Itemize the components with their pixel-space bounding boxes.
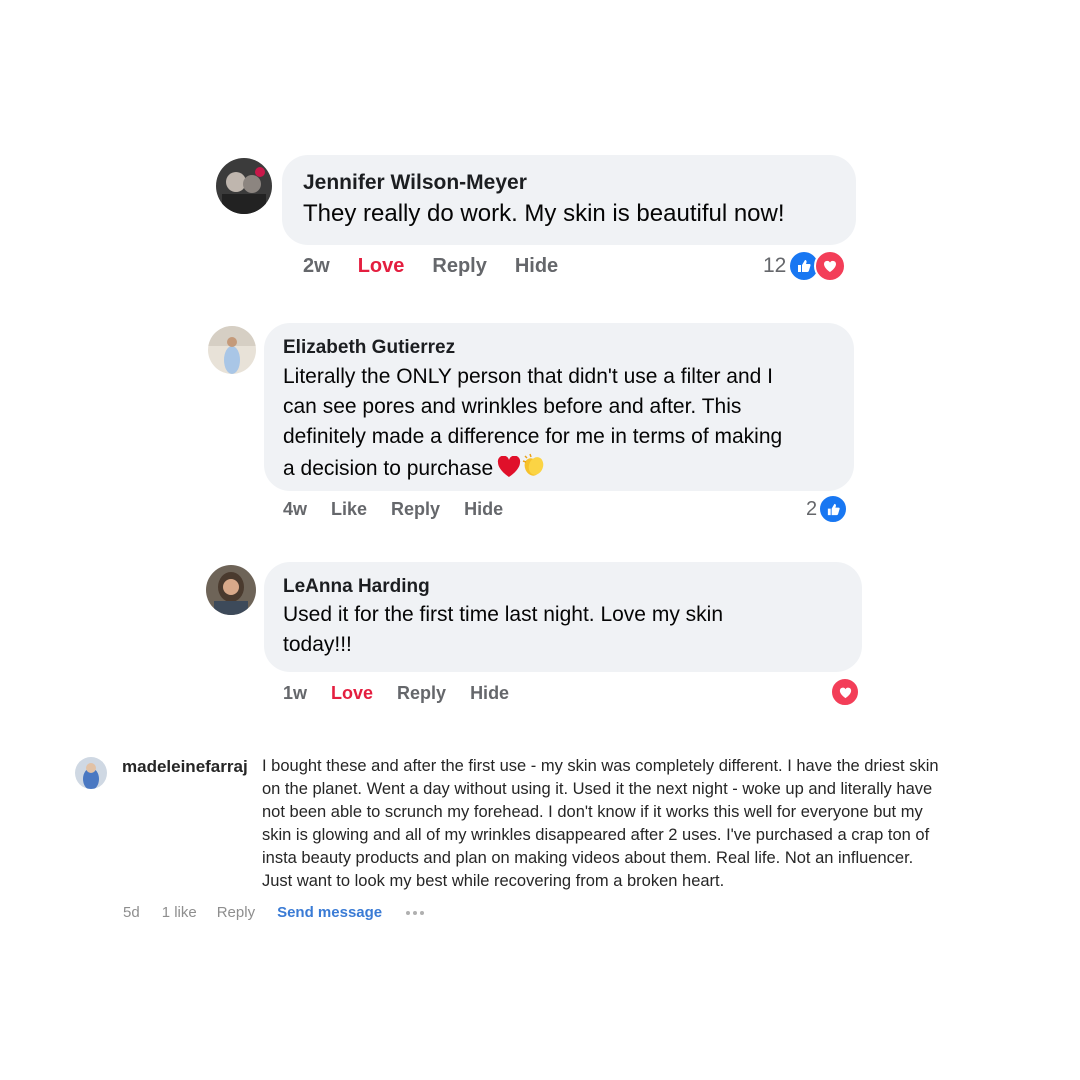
avatar-leanna[interactable] bbox=[206, 565, 256, 615]
reaction-summary[interactable]: 2 bbox=[806, 494, 849, 524]
reaction-count: 2 bbox=[806, 497, 818, 520]
reaction-summary[interactable]: 12 bbox=[763, 250, 847, 282]
comment-actions: 1w Love Reply Hide bbox=[283, 682, 509, 704]
comment-text-line: They really do work. My skin is beautifu… bbox=[303, 200, 785, 227]
comment-text-line: today!!! bbox=[283, 633, 352, 656]
ig-comment-text: I bought these and after the first use -… bbox=[262, 755, 939, 893]
like-icon bbox=[818, 494, 849, 524]
comment-text: Used it for the first time last night. L… bbox=[283, 600, 723, 660]
comment-author[interactable]: Elizabeth Gutierrez bbox=[283, 337, 455, 359]
like-button[interactable]: Like bbox=[331, 498, 367, 520]
reply-button[interactable]: Reply bbox=[391, 498, 440, 520]
comment-actions: 2w Love Reply Hide bbox=[303, 254, 558, 278]
comment-text-line: a decision to purchase bbox=[283, 457, 494, 480]
comment-bubble: Jennifer Wilson-Meyer They really do wor… bbox=[282, 155, 856, 245]
comment-author[interactable]: LeAnna Harding bbox=[283, 576, 430, 598]
comment-bubble: LeAnna Harding Used it for the first tim… bbox=[264, 562, 862, 672]
more-options-icon[interactable] bbox=[406, 911, 425, 915]
hide-button[interactable]: Hide bbox=[470, 682, 509, 704]
reaction-count: 12 bbox=[763, 254, 787, 277]
ig-comment-line: skin is glowing and all of my wrinkles d… bbox=[262, 826, 930, 844]
comment-text: They really do work. My skin is beautifu… bbox=[303, 199, 785, 229]
comment-text-line: Literally the ONLY person that didn't us… bbox=[283, 365, 774, 388]
ig-comment-line: Just want to look my best while recoveri… bbox=[262, 872, 725, 890]
clapping-hands-emoji bbox=[521, 452, 547, 487]
hide-button[interactable]: Hide bbox=[515, 254, 558, 278]
love-icon bbox=[814, 250, 847, 282]
comment-text-line: definitely made a difference for me in t… bbox=[283, 425, 783, 448]
love-button[interactable]: Love bbox=[358, 254, 405, 278]
comment-text-line: Used it for the first time last night. L… bbox=[283, 603, 723, 626]
avatar-jennifer[interactable] bbox=[216, 158, 272, 214]
comment-author[interactable]: Jennifer Wilson-Meyer bbox=[303, 171, 527, 195]
reply-button[interactable]: Reply bbox=[397, 682, 446, 704]
ig-reply-button[interactable]: Reply bbox=[217, 903, 255, 923]
comment-time[interactable]: 1w bbox=[283, 682, 307, 704]
comment-text-line: can see pores and wrinkles before and af… bbox=[283, 395, 742, 418]
avatar-madeleinefarraj[interactable] bbox=[75, 757, 107, 789]
ig-likes-count[interactable]: 1 like bbox=[162, 903, 197, 923]
comment-bubble: Elizabeth Gutierrez Literally the ONLY p… bbox=[264, 323, 854, 491]
send-message-button[interactable]: Send message bbox=[277, 903, 382, 923]
love-button[interactable]: Love bbox=[331, 682, 373, 704]
ig-comment-time[interactable]: 5d bbox=[123, 903, 140, 923]
ig-comment-line: insta beauty products and plan on making… bbox=[262, 849, 914, 867]
comment-time[interactable]: 4w bbox=[283, 498, 307, 520]
reply-button[interactable]: Reply bbox=[432, 254, 486, 278]
avatar-elizabeth[interactable] bbox=[208, 326, 256, 374]
ig-username[interactable]: madeleinefarraj bbox=[122, 756, 248, 778]
comment-time[interactable]: 2w bbox=[303, 254, 330, 278]
reaction-summary[interactable] bbox=[830, 677, 860, 707]
comment-actions: 4w Like Reply Hide bbox=[283, 498, 503, 520]
love-icon bbox=[830, 677, 860, 707]
comment-text: Literally the ONLY person that didn't us… bbox=[283, 362, 782, 487]
red-heart-emoji bbox=[497, 455, 521, 487]
ig-comment-line: not been able to scrunch my forehead. I … bbox=[262, 803, 923, 821]
comment-text-line-with-emoji: a decision to purchase bbox=[283, 452, 782, 487]
ig-comment-actions: 5d 1 like Reply Send message bbox=[123, 903, 425, 923]
ig-comment-line: on the planet. Went a day without using … bbox=[262, 780, 933, 798]
ig-comment-line: I bought these and after the first use -… bbox=[262, 757, 939, 775]
hide-button[interactable]: Hide bbox=[464, 498, 503, 520]
